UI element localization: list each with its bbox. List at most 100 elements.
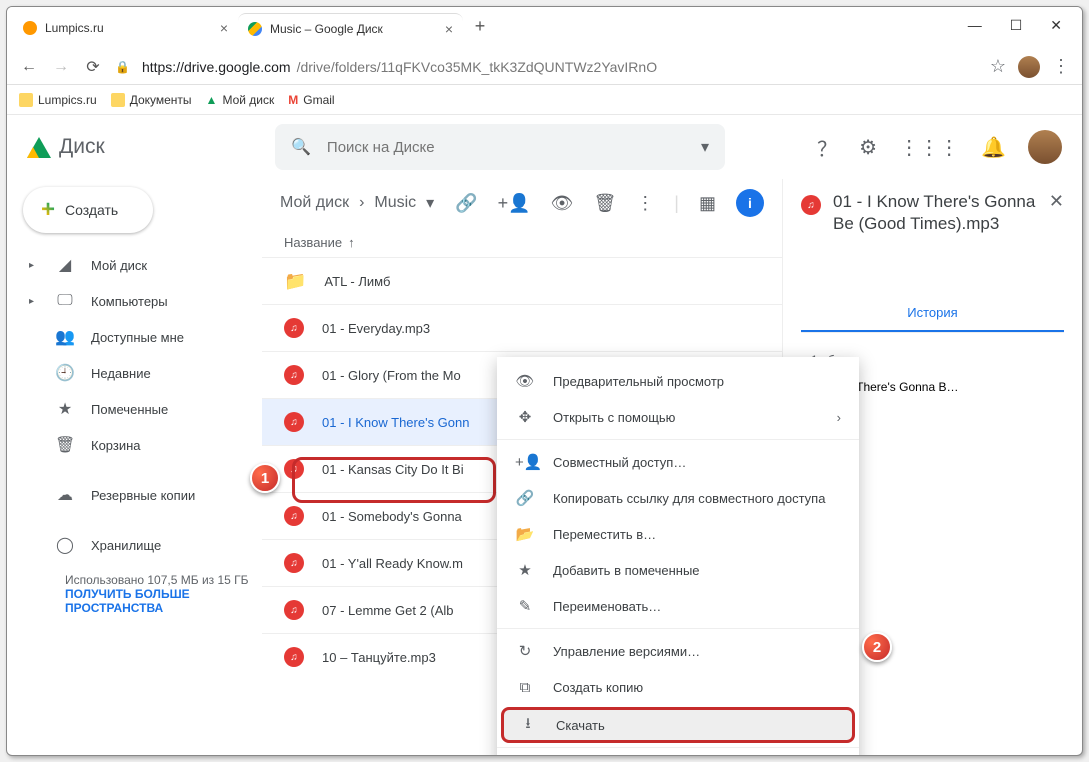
star-icon: ★ [55,399,75,419]
drive-header: Диск 🔍 ▾ ？ ⚙ ⋮⋮⋮ 🔔 [7,115,1082,179]
plus-icon: + [41,196,55,224]
maximize-button[interactable]: ☐ [1010,17,1023,34]
drive-icon: ◢ [55,255,75,275]
preview-eye-icon[interactable]: 👁 [551,193,574,214]
bookmarks-bar: Lumpics.ru Документы ▲Мой диск MGmail [7,85,1082,115]
audio-icon: ♫ [284,506,304,526]
browser-tab-drive[interactable]: Music – Google Диск × [238,13,463,43]
sidebar-item-trash[interactable]: 🗑Корзина [19,427,262,463]
close-icon[interactable]: × [445,21,453,37]
star-icon: ★ [515,561,535,579]
cloud-icon: ☁ [55,485,75,505]
bookmark-star-icon[interactable]: ☆ [990,56,1006,77]
share-person-icon[interactable]: +👤 [498,193,531,214]
ctx-download[interactable]: ⭳Скачать [501,707,855,743]
reload-button[interactable]: ⟳ [83,57,103,77]
download-icon: ⭳ [518,713,538,738]
back-button[interactable]: ← [19,58,39,76]
help-icon[interactable]: ？ [817,133,837,162]
sidebar-item-shared[interactable]: 👥Доступные мне [19,319,262,355]
sidebar-item-backups[interactable]: ☁Резервные копии [19,477,262,513]
sidebar-item-recent[interactable]: 🕘Недавние [19,355,262,391]
cloud-outline-icon: ◯ [55,535,75,555]
bookmark-item[interactable]: ▲Мой диск [206,93,275,107]
audio-icon: ♫ [284,365,304,385]
details-title: 01 - I Know There's Gonna Be (Good Times… [833,191,1037,235]
bookmark-item[interactable]: Документы [111,93,192,107]
person-add-icon: +👤 [515,453,535,471]
callout-badge-1: 1 [250,463,280,493]
tab-title: Music – Google Диск [270,22,383,36]
apps-icon[interactable]: ⋮⋮⋮ [899,135,959,160]
forward-button[interactable]: → [51,58,71,76]
profile-avatar[interactable] [1018,56,1040,78]
file-row-audio[interactable]: ♫01 - Everyday.mp3 [262,304,782,351]
url-field[interactable]: https://drive.google.com/drive/folders/1… [142,59,978,75]
search-icon: 🔍 [291,137,311,157]
drive-app-name: Диск [59,135,105,159]
toolbar: Мой диск › Music ▾ 🔗 +👤 👁 🗑 ⋮ | [262,179,782,227]
ctx-share[interactable]: +👤Совместный доступ… [497,444,859,480]
sidebar-item-my-drive[interactable]: ▸◢Мой диск [19,247,262,283]
ctx-get-link[interactable]: 🔗Копировать ссылку для совместного досту… [497,480,859,516]
context-menu: 👁Предварительный просмотр ✥Открыть с пом… [497,357,859,756]
chevron-right-icon: › [837,410,841,425]
details-tab-history[interactable]: История [801,295,1064,332]
storage-used-label: Использовано 107,5 МБ из 15 ГБ [65,573,262,587]
column-header-name[interactable]: Название ↑ [262,227,782,257]
create-button[interactable]: + Создать [23,187,153,233]
browser-tab-lumpics[interactable]: Lumpics.ru × [13,13,238,43]
trash-icon: 🗑 [55,435,75,455]
delete-icon[interactable]: 🗑 [593,193,616,214]
ctx-delete[interactable]: 🗑Удалить [497,752,859,756]
drive-logo[interactable]: Диск [27,135,257,159]
storage-upgrade-link[interactable]: ПОЛУЧИТЬ БОЛЬШЕ ПРОСТРАНСТВА [65,587,190,615]
sort-arrow-icon: ↑ [348,235,355,250]
ctx-make-copy[interactable]: ⧉Создать копию [497,669,859,705]
ctx-preview[interactable]: 👁Предварительный просмотр [497,363,859,399]
search-box[interactable]: 🔍 ▾ [275,124,725,170]
search-dropdown-icon[interactable]: ▾ [701,137,709,157]
browser-menu-icon[interactable]: ⋮ [1052,56,1070,77]
sidebar-item-storage[interactable]: ◯Хранилище [19,527,262,563]
copy-icon: ⧉ [515,679,535,696]
audio-icon: ♫ [801,195,821,215]
computer-icon: 🖵 [55,292,75,310]
new-tab-button[interactable]: + [467,13,493,39]
link-icon[interactable]: 🔗 [455,193,477,214]
favicon-icon [248,22,262,36]
history-icon: ↻ [515,642,535,660]
settings-icon[interactable]: ⚙ [859,135,877,160]
grid-view-icon[interactable]: ▦ [699,193,716,214]
account-avatar[interactable] [1028,130,1062,164]
tab-title: Lumpics.ru [45,21,104,35]
sidebar-item-starred[interactable]: ★Помеченные [19,391,262,427]
ctx-rename[interactable]: ✎Переименовать… [497,588,859,624]
ctx-open-with[interactable]: ✥Открыть с помощью› [497,399,859,435]
folder-move-icon: 📂 [515,525,535,543]
eye-icon: 👁 [515,372,535,390]
audio-icon: ♫ [284,647,304,667]
sidebar: + Создать ▸◢Мой диск ▸🖵Компьютеры 👥Досту… [7,179,262,755]
close-details-icon[interactable]: ✕ [1049,191,1064,212]
close-window-button[interactable]: ✕ [1050,17,1062,34]
ctx-add-star[interactable]: ★Добавить в помеченные [497,552,859,588]
search-input[interactable] [325,138,687,157]
audio-icon: ♫ [284,318,304,338]
folder-icon: 📁 [284,271,306,292]
notifications-icon[interactable]: 🔔 [981,135,1006,160]
breadcrumb-root[interactable]: Мой диск [280,194,349,212]
minimize-button[interactable]: — [968,17,982,34]
bookmark-item[interactable]: MGmail [288,93,334,107]
close-icon[interactable]: × [220,20,228,36]
chevron-down-icon[interactable]: ▾ [426,193,434,213]
breadcrumb-current[interactable]: Music [374,194,416,212]
ctx-manage-versions[interactable]: ↻Управление версиями… [497,633,859,669]
file-row-folder[interactable]: 📁ATL - Лимб [262,257,782,304]
audio-icon: ♫ [284,600,304,620]
bookmark-item[interactable]: Lumpics.ru [19,93,97,107]
ctx-move-to[interactable]: 📂Переместить в… [497,516,859,552]
info-button[interactable]: i [736,189,764,217]
sidebar-item-computers[interactable]: ▸🖵Компьютеры [19,283,262,319]
more-icon[interactable]: ⋮ [636,193,654,214]
